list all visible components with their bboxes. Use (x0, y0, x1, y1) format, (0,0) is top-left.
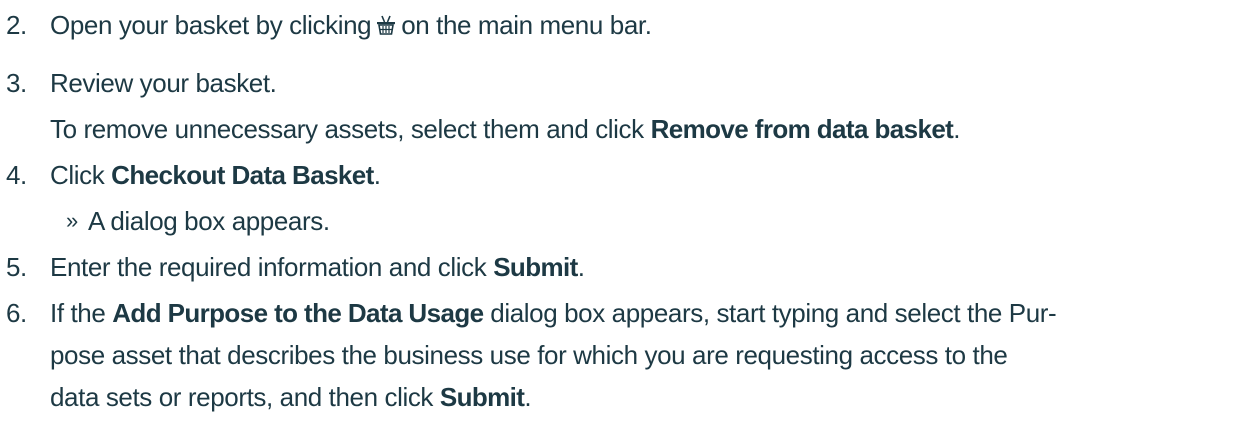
step-text-part: on the main menu bar. (401, 10, 652, 40)
basket-icon (375, 10, 397, 44)
step-text: Enter the required information and click… (50, 250, 585, 284)
step-text-part: . (953, 114, 961, 144)
step-text-part: If the (50, 298, 106, 328)
step-number: 6. (6, 298, 27, 328)
ui-label-add-purpose: Add Purpose to the Data Usage (112, 298, 484, 328)
instruction-steps: 2. Open your basket by clicking on the ma… (0, 0, 1244, 421)
ui-label-remove-from-data-basket: Remove from data basket (650, 114, 954, 144)
step-number: 2. (6, 10, 27, 40)
step-text-part: Open your basket by clicking (50, 10, 372, 40)
step-text-part: data sets or reports, and then click (50, 382, 434, 412)
step-number: 4. (6, 160, 27, 190)
step-text-part: dialog box appears, start typing and sel… (490, 298, 1057, 328)
ui-label-submit: Submit (493, 252, 578, 282)
step-text: Open your basket by clicking on the main … (50, 8, 652, 44)
ui-label-checkout-data-basket: Checkout Data Basket (111, 160, 374, 190)
result-text: A dialog box appears. (88, 206, 330, 236)
step-number: 3. (6, 68, 27, 98)
step-text-part: . (373, 160, 381, 190)
step-text-part: Enter the required information and click (50, 252, 487, 282)
step-text: pose asset that describes the business u… (50, 340, 1008, 370)
step-text-part: . (577, 252, 585, 282)
step-text-part: Click (50, 160, 105, 190)
step-text-part: To remove unnecessary assets, select the… (50, 114, 644, 144)
step-text: If the Add Purpose to the Data Usage dia… (50, 296, 1057, 330)
ui-label-submit: Submit (439, 382, 525, 412)
step-text: Review your basket. (50, 68, 277, 98)
step-detail-text: To remove unnecessary assets, select the… (50, 112, 960, 146)
step-text-part: . (524, 382, 532, 412)
step-text: Click Checkout Data Basket. (50, 158, 381, 192)
step-number: 5. (6, 252, 27, 282)
result-bullet: » (66, 208, 78, 233)
step-text: data sets or reports, and then click Sub… (50, 380, 532, 414)
